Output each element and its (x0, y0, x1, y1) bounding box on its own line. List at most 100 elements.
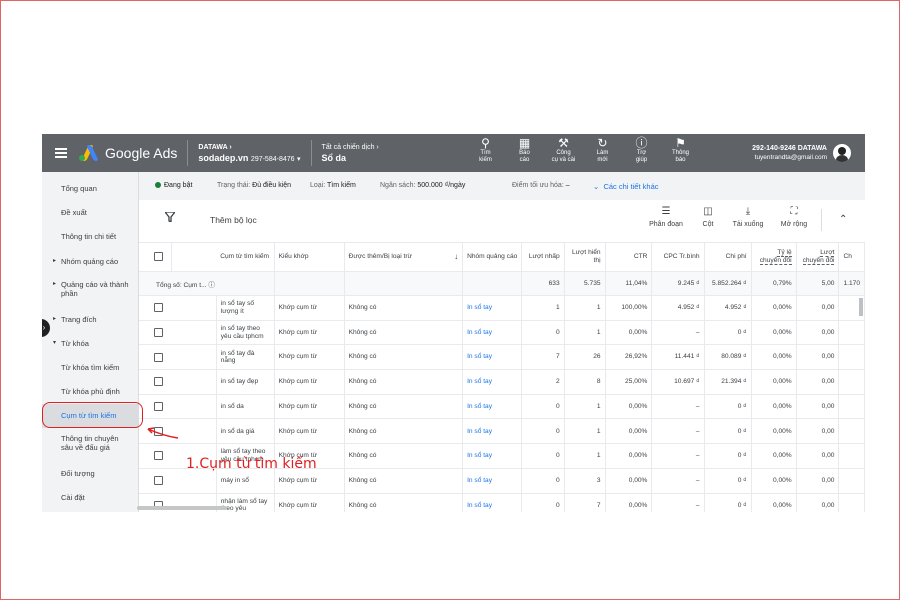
cell-clicks: 0 (521, 468, 565, 494)
account-selector[interactable]: DATAWA › sodadep.vn 297-584-8476 ▾ (198, 142, 300, 165)
sidebar-item-landing-pages[interactable]: ▸ Trang đích (42, 315, 139, 324)
cell-cpc: – (651, 394, 705, 420)
row-checkbox[interactable] (139, 344, 217, 371)
cell-adgroup[interactable]: In sổ tay (462, 369, 523, 395)
cell-adgroup[interactable]: In sổ tay (462, 493, 523, 512)
sidebar-item-ad-groups[interactable]: ▸ Nhóm quảng cáo (42, 257, 139, 266)
select-all-checkbox[interactable] (139, 242, 172, 272)
google-ads-logo (79, 145, 99, 161)
sidebar-item-settings[interactable]: Cài đặt (42, 493, 139, 502)
cell-adgroup[interactable]: In sổ tay (462, 344, 523, 371)
help-icon: ⓘ (635, 136, 648, 150)
cell-more (838, 418, 865, 445)
col-header-conv-rate[interactable]: Tỷ lệ chuyển đổi (751, 242, 797, 272)
table-row[interactable]: máy in sổ Khớp cụm từ Không có In sổ tay 0 3 0… (139, 468, 865, 494)
collapse-up-icon[interactable]: ⌃ (839, 214, 847, 225)
table-row[interactable]: in sổ tay đà nẵng Khớp cụm từ Không có In s… (139, 344, 865, 371)
download-button[interactable]: ⤓ Tải xuống (726, 206, 770, 228)
table-row[interactable]: in sổ tay đẹp Khớp cụm từ Không có In sổ ta… (139, 369, 865, 395)
row-checkbox[interactable] (139, 369, 217, 395)
cell-added: Không có (344, 418, 464, 445)
table-row[interactable]: in sổ da Khớp cụm từ Không có In sổ tay 0 1 0,… (139, 394, 865, 420)
search-button[interactable]: ⚲ Tìm kiếm (467, 134, 505, 172)
cell-cost: 0 ₫ (704, 320, 752, 346)
cell-more (838, 443, 865, 469)
row-checkbox[interactable] (139, 320, 217, 346)
user-info[interactable]: 292-140-9246 DATAWA tuyentrandta@gmail.c… (752, 144, 827, 162)
campaign-selector[interactable]: Tất cả chiến dịch › Sổ da (322, 142, 379, 164)
wrench-icon: ⚒ (558, 136, 569, 150)
bell-icon: ⚑ (675, 136, 686, 150)
expand-button[interactable]: ⛶ Mở rộng (772, 206, 816, 228)
vertical-scrollbar[interactable] (859, 298, 863, 316)
table-row[interactable]: in sổ tay số lượng ít Khớp cụm từ Không có… (139, 295, 865, 321)
col-header-impressions[interactable]: Lượt hiển thị (564, 242, 606, 272)
add-filter-button[interactable]: Thêm bộ lọc (210, 215, 257, 225)
tools-settings-button[interactable]: ⚒ Công cụ và cài (545, 134, 583, 172)
sidebar-item-insights[interactable]: Thông tin chi tiết (42, 232, 139, 241)
annotation-arrow-icon (147, 427, 179, 439)
sidebar-item-overview[interactable]: Tổng quan (42, 184, 139, 193)
menu-icon[interactable] (55, 148, 67, 158)
sidebar-item-auction-insights[interactable]: Thông tin chuyên sâu về đấu giá (42, 434, 139, 452)
col-header-term[interactable]: Cụm từ tìm kiếm (216, 242, 275, 272)
row-checkbox[interactable] (139, 295, 217, 321)
sidebar-item-recommendations[interactable]: Đề xuất (42, 208, 139, 217)
more-details-link[interactable]: ⌄ Các chi tiết khác (593, 182, 659, 191)
col-header-ctr[interactable]: CTR (605, 242, 653, 272)
notifications-button[interactable]: ⚑ Thông báo (662, 134, 700, 172)
cell-ctr: 100,00% (605, 295, 653, 321)
segment-icon: ☰ (661, 206, 671, 217)
refresh-button[interactable]: ↻ Làm mới (584, 134, 622, 172)
col-header-more[interactable]: Ch (838, 242, 865, 272)
table-row[interactable]: in sổ da giá Khớp cụm từ Không có In sổ tay… (139, 418, 865, 445)
cell-adgroup[interactable]: In sổ tay (462, 443, 523, 469)
campaign-name: Sổ da (321, 153, 347, 163)
caret-right-icon: ▸ (53, 258, 57, 264)
segment-button[interactable]: ☰ Phân đoạn (644, 206, 688, 228)
campaign-summary-bar: Đang bật Trạng thái: Đủ điều kiện Loại: … (139, 172, 865, 200)
row-checkbox[interactable] (139, 394, 217, 420)
cell-adgroup[interactable]: In sổ tay (462, 418, 523, 445)
col-header-ad-group[interactable]: Nhóm quảng cáo (462, 242, 523, 272)
avatar[interactable] (833, 144, 851, 162)
sidebar-item-audiences[interactable]: Đối tượng (42, 469, 139, 478)
sidebar-item-search-keywords[interactable]: Từ khóa tìm kiếm (42, 363, 139, 372)
table-row[interactable]: in sổ tay theo yêu cầu tphcm Khớp cụm từ K… (139, 320, 865, 346)
col-header-cost[interactable]: Chi phí (704, 242, 752, 272)
col-header-avg-cpc[interactable]: CPC Tr.bình (651, 242, 705, 272)
cell-adgroup[interactable]: In sổ tay (462, 295, 523, 321)
sidebar-item-keywords[interactable]: ▾ Từ khóa (42, 339, 139, 348)
table-row[interactable]: nhận làm sổ tay theo yêu Khớp cụm từ Không… (139, 493, 865, 512)
user-account: 292-140-9246 DATAWA (752, 145, 827, 152)
cell-conv: 0,00 (796, 468, 840, 494)
row-checkbox[interactable] (139, 468, 217, 494)
col-header-clicks[interactable]: Lượt nhấp (521, 242, 565, 272)
columns-button[interactable]: ◫ Cột (686, 206, 730, 228)
cell-adgroup[interactable]: In sổ tay (462, 320, 523, 346)
search-term-cell: in sổ tay đà nẵng (216, 344, 275, 371)
cell-conv: 0,00 (796, 344, 840, 371)
cell-added: Không có (344, 394, 464, 420)
cell-cpc: 10.697 ₫ (651, 369, 705, 395)
cell-ctr: 0,00% (605, 394, 653, 420)
cell-clicks: 1 (521, 295, 565, 321)
search-term-cell: in sổ tay theo yêu cầu tphcm (216, 320, 275, 346)
cell-match: Khớp cụm từ (274, 344, 345, 371)
horizontal-scrollbar[interactable] (137, 506, 227, 510)
sidebar-item-ads-assets[interactable]: ▸ Quảng cáo và thành phần (42, 280, 139, 298)
cell-adgroup[interactable]: In sổ tay (462, 468, 523, 494)
brand-name: Google Ads (105, 145, 178, 161)
sidebar-item-negative-keywords[interactable]: Từ khóa phủ định (42, 387, 139, 396)
reports-button[interactable]: ▦ Báo cáo (506, 134, 544, 172)
search-term-cell: in sổ tay số lượng ít (216, 295, 275, 321)
cell-ctr: 0,00% (605, 468, 653, 494)
col-header-match-type[interactable]: Kiểu khớp (274, 242, 345, 272)
cell-adgroup[interactable]: In sổ tay (462, 394, 523, 420)
cell-more (838, 369, 865, 395)
help-button[interactable]: ⓘ Trợ giúp (623, 134, 661, 172)
cell-conv-rate: 0,00% (751, 443, 797, 469)
col-header-conversions[interactable]: Lượt chuyển đổi (796, 242, 840, 272)
filter-icon[interactable] (165, 212, 175, 222)
col-header-added-excluded[interactable]: Được thêm/Bị loại trừ ↓ (344, 242, 464, 272)
